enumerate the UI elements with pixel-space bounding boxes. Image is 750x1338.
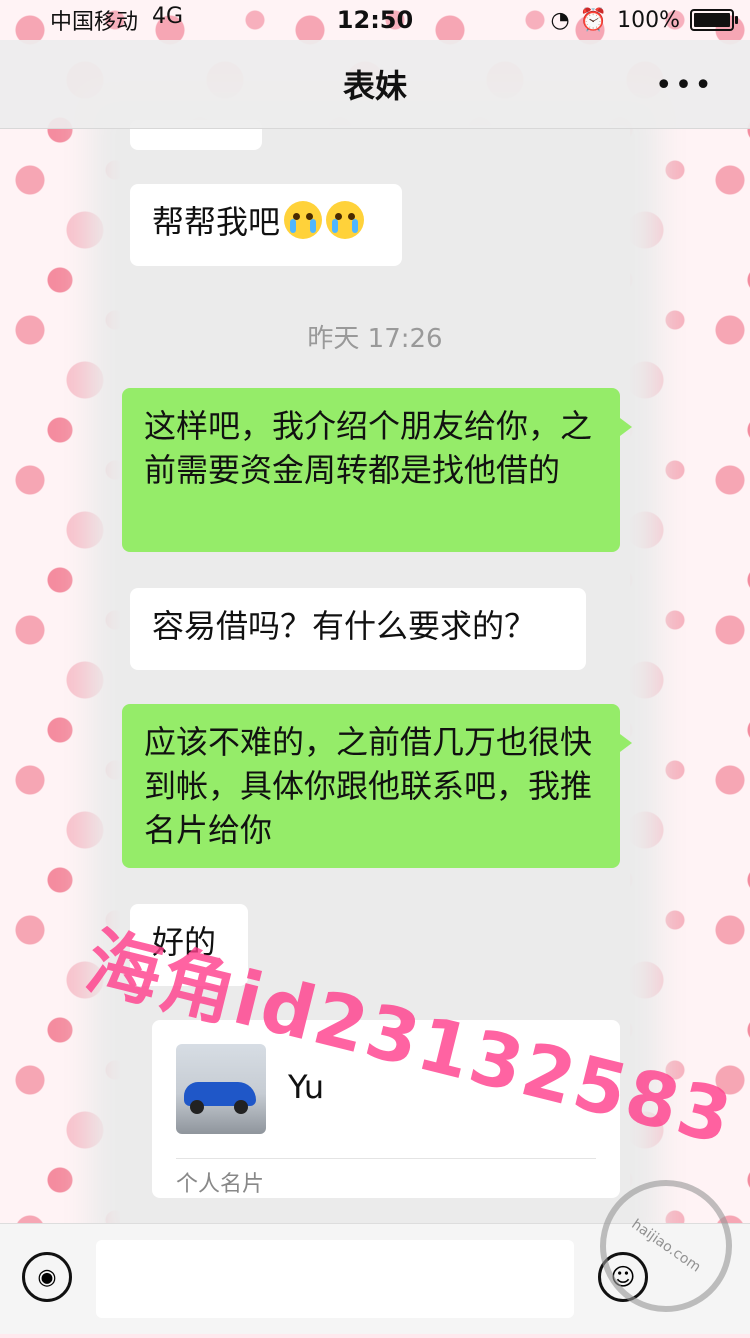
battery-icon	[690, 9, 738, 31]
nav-bar: 表妹 •••	[0, 40, 750, 129]
message-text: 容易借吗？有什么要求的？	[152, 607, 537, 645]
contact-name: Yu	[288, 1068, 325, 1106]
carrier-label: 中国移动	[50, 10, 139, 35]
message-bubble[interactable]: 容易借吗？有什么要求的？	[130, 588, 586, 670]
car-wheel	[234, 1100, 248, 1114]
message-text: 这样吧，我介绍个朋友给你，之前需要资金周转都是找他借的	[144, 407, 593, 489]
status-bar: 中国移动 4G 12:50 ◔ ⏰ 100%	[0, 0, 750, 40]
car-wheel	[190, 1100, 204, 1114]
message-input[interactable]	[96, 1240, 574, 1318]
contact-avatar	[176, 1044, 266, 1134]
contact-card-label: 个人名片	[176, 1172, 265, 1197]
battery-percent: 100%	[617, 7, 680, 33]
card-divider	[176, 1158, 596, 1159]
network-label: 4G	[152, 4, 184, 29]
message-timestamp: 昨天 17:26	[307, 324, 443, 354]
crying-emoji-icon	[326, 201, 365, 239]
voice-icon[interactable]: ◉	[22, 1252, 72, 1302]
lock-rotation-icon: ◔	[550, 7, 570, 33]
message-bubble[interactable]: 这样吧，我介绍个朋友给你，之前需要资金周转都是找他借的	[122, 388, 632, 552]
message-bubble[interactable]: 应该不难的，之前借几万也很快到帐，具体你跟他联系吧，我推名片给你	[122, 704, 632, 868]
message-bubble[interactable]: 帮帮我吧	[130, 184, 402, 266]
message-text: 应该不难的，之前借几万也很快到帐，具体你跟他联系吧，我推名片给你	[144, 723, 593, 849]
alarm-icon: ⏰	[579, 7, 608, 33]
more-icon[interactable]: •••	[655, 68, 714, 103]
crying-emoji-icon	[284, 201, 323, 239]
message-text: 帮帮我吧	[152, 203, 281, 241]
chat-title: 表妹	[342, 67, 407, 105]
